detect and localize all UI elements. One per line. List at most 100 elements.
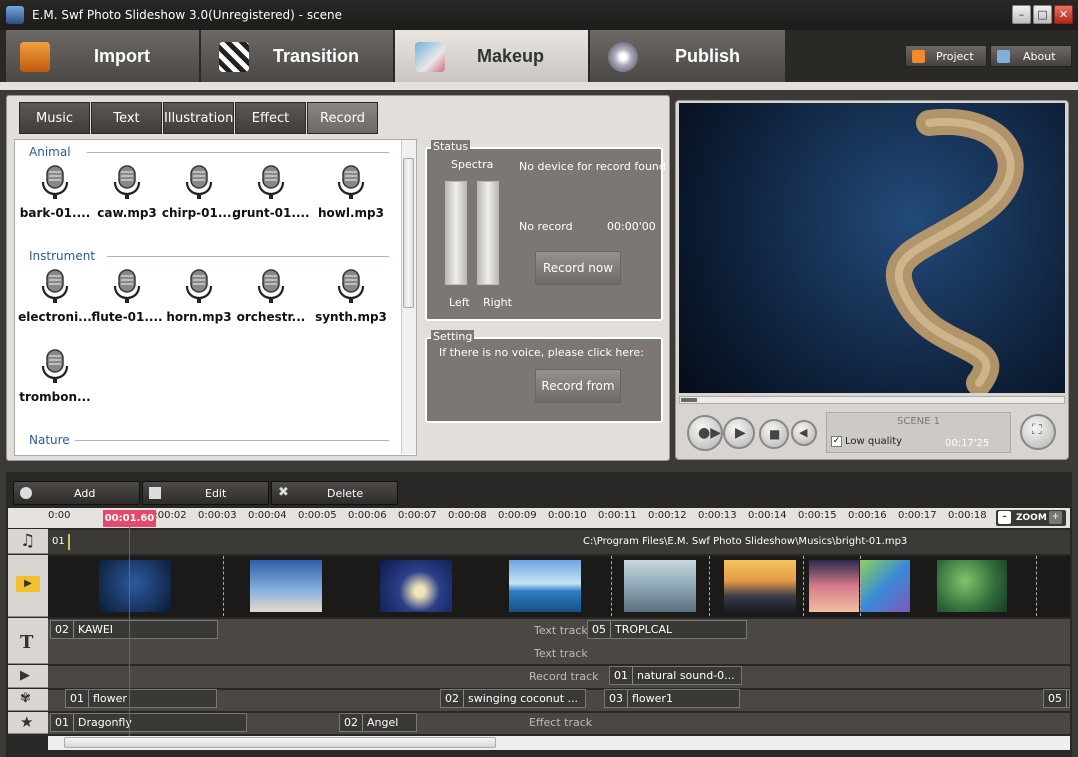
project-icon bbox=[912, 50, 925, 63]
clip-number: 05 bbox=[588, 621, 611, 638]
music-track[interactable]: 01 C:\Program Files\E.M. Swf Photo Slide… bbox=[48, 529, 1070, 554]
photo-thumb-9[interactable] bbox=[937, 560, 1007, 612]
sound-item[interactable]: synth.mp3 bbox=[312, 266, 390, 328]
sound-item[interactable]: chirp-01.... bbox=[160, 162, 238, 224]
sound-name: grunt-01.... bbox=[232, 206, 310, 220]
scroll-thumb[interactable] bbox=[403, 158, 414, 308]
tab-transition[interactable]: Transition bbox=[201, 30, 393, 82]
delete-button[interactable]: ✖ Delete bbox=[271, 481, 398, 505]
subtab-effect[interactable]: Effect bbox=[235, 102, 306, 134]
right-label: Right bbox=[483, 296, 512, 309]
photo-thumb-4[interactable] bbox=[509, 560, 581, 612]
photo-thumb-1[interactable] bbox=[99, 560, 171, 612]
sound-item[interactable]: horn.mp3 bbox=[160, 266, 238, 328]
record-from-button[interactable]: Record from bbox=[535, 369, 621, 403]
publish-icon bbox=[608, 42, 638, 72]
illustration-clip[interactable]: 01 flower bbox=[65, 689, 217, 708]
ruler-tick: 0:00:16 bbox=[848, 510, 887, 521]
clip-number: 02 bbox=[441, 690, 464, 707]
sound-item[interactable]: trombon... bbox=[16, 346, 94, 408]
import-icon bbox=[20, 42, 50, 72]
sound-name: bark-01.... bbox=[19, 206, 91, 220]
illustration-clip[interactable]: 02 swinging coconut ... bbox=[440, 689, 586, 708]
library-scrollbar[interactable] bbox=[401, 140, 416, 454]
microphone-icon bbox=[41, 349, 69, 383]
sound-item[interactable]: howl.mp3 bbox=[312, 162, 390, 224]
section-divider bbox=[75, 440, 389, 441]
delete-label: Delete bbox=[327, 487, 364, 500]
illustration-clip[interactable]: 03 flower1 bbox=[604, 689, 740, 708]
section-animal: Animal bbox=[29, 145, 71, 159]
setting-title: Setting bbox=[431, 330, 475, 343]
preview-screen bbox=[679, 103, 1065, 393]
microphone-icon bbox=[337, 165, 365, 199]
effect-clip[interactable]: 02 Angel bbox=[339, 713, 417, 732]
ruler-tick: 0:00:11 bbox=[598, 510, 637, 521]
record-clip[interactable]: 01 natural sound-0... bbox=[609, 666, 742, 685]
text-clip[interactable]: 02 KAWEI bbox=[50, 620, 218, 639]
add-icon bbox=[20, 487, 32, 499]
fullscreen-button[interactable]: ⛶ bbox=[1020, 414, 1056, 450]
subtab-illustration[interactable]: Illustration bbox=[163, 102, 234, 134]
project-button[interactable]: Project bbox=[905, 45, 987, 67]
photo-thumb-8[interactable] bbox=[860, 560, 910, 612]
timeline-scroll-thumb[interactable] bbox=[64, 737, 496, 748]
tab-makeup[interactable]: Makeup bbox=[395, 30, 588, 82]
volume-button[interactable]: ◀ bbox=[791, 420, 817, 446]
minimize-button[interactable]: – bbox=[1012, 5, 1031, 24]
maximize-button[interactable]: □ bbox=[1033, 5, 1052, 24]
subtab-record[interactable]: Record bbox=[307, 102, 378, 134]
close-button[interactable]: ✕ bbox=[1054, 5, 1073, 24]
playhead-time[interactable]: 00:01.60 bbox=[103, 510, 156, 527]
sound-item[interactable]: electroni... bbox=[16, 266, 94, 328]
stop-button[interactable]: ■ bbox=[759, 419, 789, 449]
progress-thumb[interactable] bbox=[681, 398, 697, 402]
effect-clip[interactable]: 01 Dragonfly bbox=[50, 713, 247, 732]
low-quality-checkbox[interactable]: ✓ bbox=[831, 436, 842, 447]
photo-thumb-7[interactable] bbox=[809, 560, 859, 612]
subtab-text[interactable]: Text bbox=[91, 102, 162, 134]
play-button[interactable]: ▶ bbox=[723, 417, 755, 449]
zoom-control[interactable]: – ZOOM + bbox=[996, 510, 1066, 526]
sound-item[interactable]: caw.mp3 bbox=[88, 162, 166, 224]
time-ruler[interactable]: 0:00 0:00:02 0:00:03 0:00:04 0:00:05 0:00:06 0… bbox=[48, 508, 1070, 528]
sound-item[interactable]: bark-01.... bbox=[16, 162, 94, 224]
sound-item[interactable]: orchestr... bbox=[232, 266, 310, 328]
ruler-tick: 0:00:07 bbox=[398, 510, 437, 521]
separator bbox=[0, 82, 1078, 90]
subtab-music[interactable]: Music bbox=[19, 102, 90, 134]
photo-thumb-2[interactable] bbox=[250, 560, 322, 612]
clip-number: 03 bbox=[605, 690, 628, 707]
record-now-button[interactable]: Record now bbox=[535, 251, 621, 285]
photo-thumb-3[interactable] bbox=[380, 560, 452, 612]
play-record-button[interactable]: ●▶ bbox=[687, 415, 723, 451]
zoom-out-button[interactable]: – bbox=[998, 511, 1011, 524]
title-bar: E.M. Swf Photo Slideshow 3.0(Unregistere… bbox=[0, 0, 1078, 30]
about-button[interactable]: About bbox=[990, 45, 1072, 67]
edit-button[interactable]: Edit bbox=[142, 481, 269, 505]
clip-number: 02 bbox=[340, 714, 363, 731]
playhead-line[interactable] bbox=[129, 527, 130, 737]
clip-title: Angel bbox=[367, 716, 399, 729]
photo-thumb-6[interactable] bbox=[724, 560, 796, 612]
ruler-tick: 0:00:10 bbox=[548, 510, 587, 521]
music-marker bbox=[68, 534, 70, 550]
sound-name: chirp-01.... bbox=[161, 206, 237, 220]
ruler-tick: 0:00:12 bbox=[648, 510, 687, 521]
tab-publish[interactable]: Publish bbox=[590, 30, 785, 82]
status-title: Status bbox=[431, 140, 471, 153]
transition-marker bbox=[1036, 556, 1037, 616]
sound-item[interactable]: grunt-01.... bbox=[232, 162, 310, 224]
photo-thumb-5[interactable] bbox=[624, 560, 696, 612]
zoom-in-button[interactable]: + bbox=[1049, 511, 1062, 524]
timeline-scrollbar[interactable] bbox=[48, 736, 1070, 750]
sound-item[interactable]: flute-01.... bbox=[88, 266, 166, 328]
add-button[interactable]: Add bbox=[13, 481, 140, 505]
text-clip[interactable]: 05 TROPLCAL bbox=[587, 620, 747, 639]
sound-name: flute-01.... bbox=[91, 310, 163, 324]
ruler-tick: 0:00 bbox=[48, 510, 71, 521]
microphone-icon bbox=[185, 165, 213, 199]
illustration-clip[interactable]: 058 bbox=[1043, 689, 1070, 708]
preview-progress[interactable] bbox=[679, 396, 1065, 404]
tab-import[interactable]: Import bbox=[6, 30, 199, 82]
